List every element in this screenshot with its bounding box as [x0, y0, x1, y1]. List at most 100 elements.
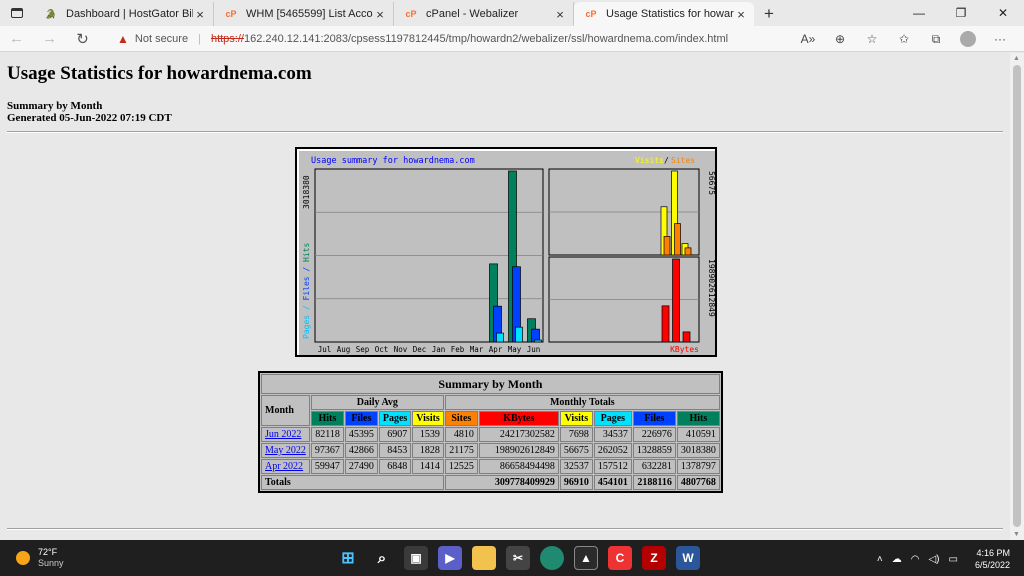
x-tick-label: Oct: [375, 345, 389, 354]
close-icon[interactable]: ×: [734, 7, 748, 22]
bar-sites: [663, 236, 671, 256]
battery-icon[interactable]: ▭: [949, 554, 958, 565]
restore-icon[interactable]: ❐: [940, 0, 982, 26]
more-menu-icon[interactable]: ···: [984, 32, 1016, 46]
zoom-icon[interactable]: ⊕: [824, 32, 856, 46]
left-axis-label: Pages / Files / Hits: [302, 242, 311, 339]
total-visits: 96910: [559, 475, 593, 490]
left-axis-max: 3018380: [302, 175, 311, 209]
snipping-tool-icon[interactable]: ✂: [506, 546, 530, 570]
scrollbar-thumb[interactable]: [1013, 65, 1021, 527]
chat-icon[interactable]: ▶: [438, 546, 462, 570]
file-explorer-icon[interactable]: [472, 546, 496, 570]
table-cell: 1378797: [676, 459, 720, 474]
task-view-icon[interactable]: ▣: [404, 546, 428, 570]
not-secure-label[interactable]: Not secure: [135, 33, 188, 45]
table-cell: 56675: [559, 443, 593, 458]
close-icon[interactable]: ×: [373, 7, 387, 22]
tab-label: Usage Statistics for howardnema: [606, 8, 734, 20]
chevron-up-icon[interactable]: ˄: [877, 554, 883, 565]
col-monthly-hits: Hits: [676, 411, 720, 426]
scroll-up-icon[interactable]: ▲: [1013, 55, 1020, 62]
edge-browser-icon[interactable]: [540, 546, 564, 570]
table-cell: 4810: [444, 427, 478, 442]
month-link[interactable]: May 2022: [265, 445, 306, 456]
sun-icon: [16, 551, 30, 565]
left-axis-label-part: Hits: [302, 242, 311, 261]
app-icon[interactable]: C: [608, 546, 632, 570]
x-tick-label: Aug: [337, 345, 351, 354]
url-input[interactable]: https://162.240.12.141:2083/cpsess119781…: [211, 33, 728, 45]
close-icon[interactable]: ×: [193, 7, 207, 22]
window-controls: — ❐ ✕: [898, 0, 1024, 26]
month-link[interactable]: Apr 2022: [265, 461, 303, 472]
sites-legend: Sites: [671, 156, 695, 165]
total-kbytes: 309778409929: [444, 475, 559, 490]
favorites-icon[interactable]: ✩: [888, 32, 920, 46]
forward-arrow-icon[interactable]: →: [33, 26, 66, 52]
read-aloud-icon[interactable]: A»: [792, 32, 824, 46]
col-monthly-pages: Pages: [593, 411, 632, 426]
new-tab-button[interactable]: +: [754, 2, 784, 26]
table-cell: 21175: [444, 443, 478, 458]
table-cell: 59947: [310, 459, 344, 474]
table-cell: 86658494498: [478, 459, 559, 474]
table-cell: 32537: [559, 459, 593, 474]
word-icon[interactable]: W: [676, 546, 700, 570]
tab-hostgator[interactable]: 🐊 Dashboard | HostGator Billing/S ×: [34, 2, 214, 26]
cpanel-icon: cP: [225, 9, 237, 19]
temperature: 72°F: [38, 547, 58, 557]
volume-icon[interactable]: ◁): [928, 554, 939, 565]
col-monthly-visits: Visits: [559, 411, 593, 426]
url-scheme: https://: [210, 32, 244, 45]
chart-title: Usage summary for howardnema.com: [311, 156, 475, 166]
table-row: Apr 2022 59947 27490 6848 1414 12525 866…: [261, 459, 720, 474]
left-axis-label-part: Pages /: [302, 300, 311, 339]
totals-row: Totals 309778409929 96910 454101 2188116…: [261, 475, 720, 490]
back-arrow-icon[interactable]: ←: [0, 26, 33, 52]
profile-avatar[interactable]: [960, 31, 976, 47]
tab-cpanel-webalizer[interactable]: cP cPanel - Webalizer ×: [394, 2, 574, 26]
tab-label: cPanel - Webalizer: [426, 8, 519, 20]
page-content: Usage Statistics for howardnema.com Summ…: [0, 53, 1010, 540]
date: 6/5/2022: [974, 560, 1010, 570]
tab-label: WHM [5465599] List Accounts -: [246, 8, 373, 20]
cloud-icon[interactable]: ☁: [892, 554, 902, 565]
x-tick-label: Apr: [489, 345, 503, 354]
kbytes-legend: KBytes: [670, 345, 699, 354]
filezilla-icon[interactable]: Z: [642, 546, 666, 570]
collections-icon[interactable]: ⧉: [920, 32, 952, 47]
close-icon[interactable]: ×: [553, 7, 567, 22]
weather-widget[interactable]: 72°F Sunny: [16, 547, 64, 569]
scroll-down-icon[interactable]: ▼: [1013, 531, 1020, 538]
col-daily-visits: Visits: [412, 411, 444, 426]
table-cell: 262052: [593, 443, 632, 458]
minimize-icon[interactable]: —: [898, 0, 940, 26]
start-icon[interactable]: ⊞: [336, 546, 360, 570]
vertical-scrollbar[interactable]: ▲ ▼: [1010, 53, 1024, 540]
tab-usage-statistics[interactable]: cP Usage Statistics for howardnema ×: [574, 2, 754, 26]
taskbar: 72°F Sunny ⊞ ⌕ ▣ ▶ ✂ ▲ C Z W ˄ ☁ ◠ ◁) ▭ …: [0, 540, 1024, 576]
favorite-star-icon[interactable]: ☆: [856, 32, 888, 46]
clock[interactable]: 4:16 PM 6/5/2022: [975, 547, 1010, 571]
page-title: Usage Statistics for howardnema.com: [7, 63, 312, 84]
table-cell: 157512: [593, 459, 632, 474]
tab-actions-icon[interactable]: [0, 0, 34, 26]
cpanel-icon: cP: [585, 9, 597, 19]
system-tray: ˄ ☁ ◠ ◁) ▭ 4:16 PM 6/5/2022: [877, 547, 1010, 571]
close-window-icon[interactable]: ✕: [982, 0, 1024, 26]
tab-label: Dashboard | HostGator Billing/S: [66, 8, 193, 20]
tab-whm[interactable]: cP WHM [5465599] List Accounts - ×: [214, 2, 394, 26]
photos-icon[interactable]: ▲: [574, 546, 598, 570]
usage-chart: Usage summary for howardnema.com 3018380 P…: [295, 147, 717, 357]
daily-avg-header: Daily Avg: [310, 395, 444, 410]
weather-condition: Sunny: [38, 558, 64, 568]
search-icon[interactable]: ⌕: [370, 546, 394, 570]
month-link[interactable]: Jun 2022: [265, 429, 301, 440]
table-cell: 1539: [412, 427, 444, 442]
refresh-icon[interactable]: ↻: [66, 26, 99, 52]
table-cell: 12525: [444, 459, 478, 474]
bar-sites: [684, 247, 692, 256]
x-tick-label: Dec: [413, 345, 427, 354]
wifi-icon[interactable]: ◠: [911, 554, 920, 565]
